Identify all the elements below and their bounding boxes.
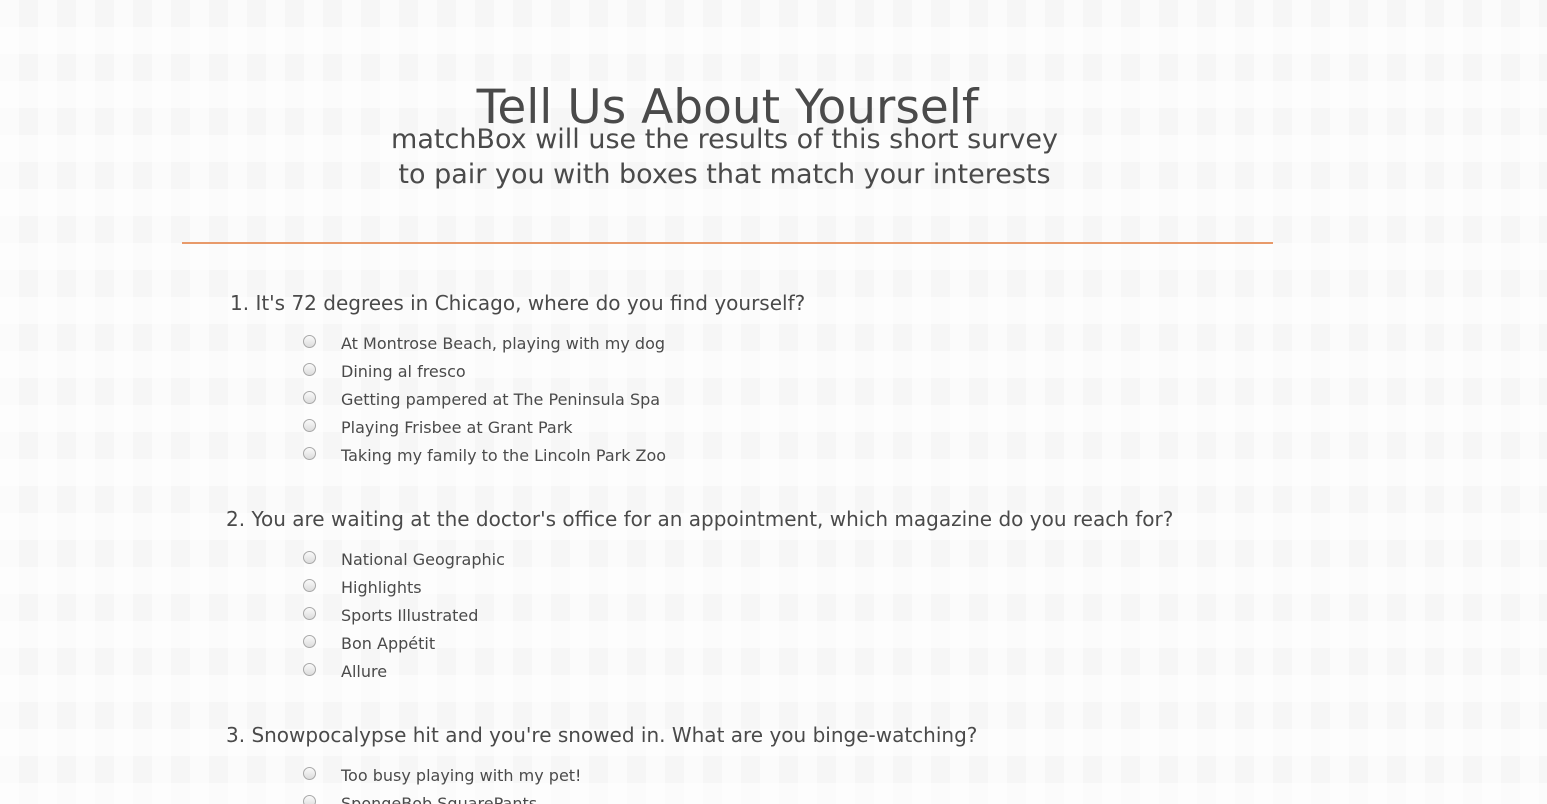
answer-option[interactable]: Dining al fresco (300, 357, 666, 385)
answer-option[interactable]: Sports Illustrated (300, 601, 505, 629)
option-label[interactable]: National Geographic (341, 550, 505, 569)
radio-button[interactable] (303, 550, 316, 564)
option-label[interactable]: Playing Frisbee at Grant Park (341, 418, 573, 437)
answer-option[interactable]: Too busy playing with my pet! (300, 761, 581, 789)
option-label[interactable]: Dining al fresco (341, 362, 466, 381)
radio-button[interactable] (303, 334, 316, 348)
question-1-text: 1. It's 72 degrees in Chicago, where do … (230, 291, 806, 315)
option-label[interactable]: Too busy playing with my pet! (341, 766, 581, 785)
answer-option[interactable]: Playing Frisbee at Grant Park (300, 413, 666, 441)
radio-button[interactable] (303, 362, 316, 376)
option-label[interactable]: Allure (341, 662, 387, 681)
answer-option[interactable]: Highlights (300, 573, 505, 601)
option-label[interactable]: At Montrose Beach, playing with my dog (341, 334, 665, 353)
option-label[interactable]: Sports Illustrated (341, 606, 478, 625)
subtitle-line-1: matchBox will use the results of this sh… (391, 124, 1058, 155)
answer-option[interactable]: National Geographic (300, 545, 505, 573)
answer-option[interactable]: Taking my family to the Lincoln Park Zoo (300, 441, 666, 469)
option-label[interactable]: SpongeBob SquarePants (341, 794, 537, 804)
radio-button[interactable] (303, 606, 316, 620)
question-2-options: National Geographic Highlights Sports Il… (300, 545, 505, 685)
radio-button[interactable] (303, 578, 316, 592)
option-label[interactable]: Getting pampered at The Peninsula Spa (341, 390, 660, 409)
answer-option[interactable]: Bon Appétit (300, 629, 505, 657)
answer-option[interactable]: At Montrose Beach, playing with my dog (300, 329, 666, 357)
option-label[interactable]: Highlights (341, 578, 422, 597)
radio-button[interactable] (303, 662, 316, 676)
option-label[interactable]: Bon Appétit (341, 634, 435, 653)
question-3-options: Too busy playing with my pet! SpongeBob … (300, 761, 581, 804)
radio-button[interactable] (303, 446, 316, 460)
header-divider (182, 242, 1273, 244)
radio-button[interactable] (303, 418, 316, 432)
radio-button[interactable] (303, 634, 316, 648)
question-3-text: 3. Snowpocalypse hit and you're snowed i… (226, 723, 978, 747)
answer-option[interactable]: Allure (300, 657, 505, 685)
option-label[interactable]: Taking my family to the Lincoln Park Zoo (341, 446, 666, 465)
question-2-text: 2. You are waiting at the doctor's offic… (226, 507, 1174, 531)
radio-button[interactable] (303, 794, 316, 804)
question-1-options: At Montrose Beach, playing with my dog D… (300, 329, 666, 469)
page-subtitle: matchBox will use the results of this sh… (0, 122, 1449, 192)
answer-option[interactable]: SpongeBob SquarePants (300, 789, 581, 804)
answer-option[interactable]: Getting pampered at The Peninsula Spa (300, 385, 666, 413)
subtitle-line-2: to pair you with boxes that match your i… (398, 159, 1051, 190)
radio-button[interactable] (303, 390, 316, 404)
radio-button[interactable] (303, 766, 316, 780)
